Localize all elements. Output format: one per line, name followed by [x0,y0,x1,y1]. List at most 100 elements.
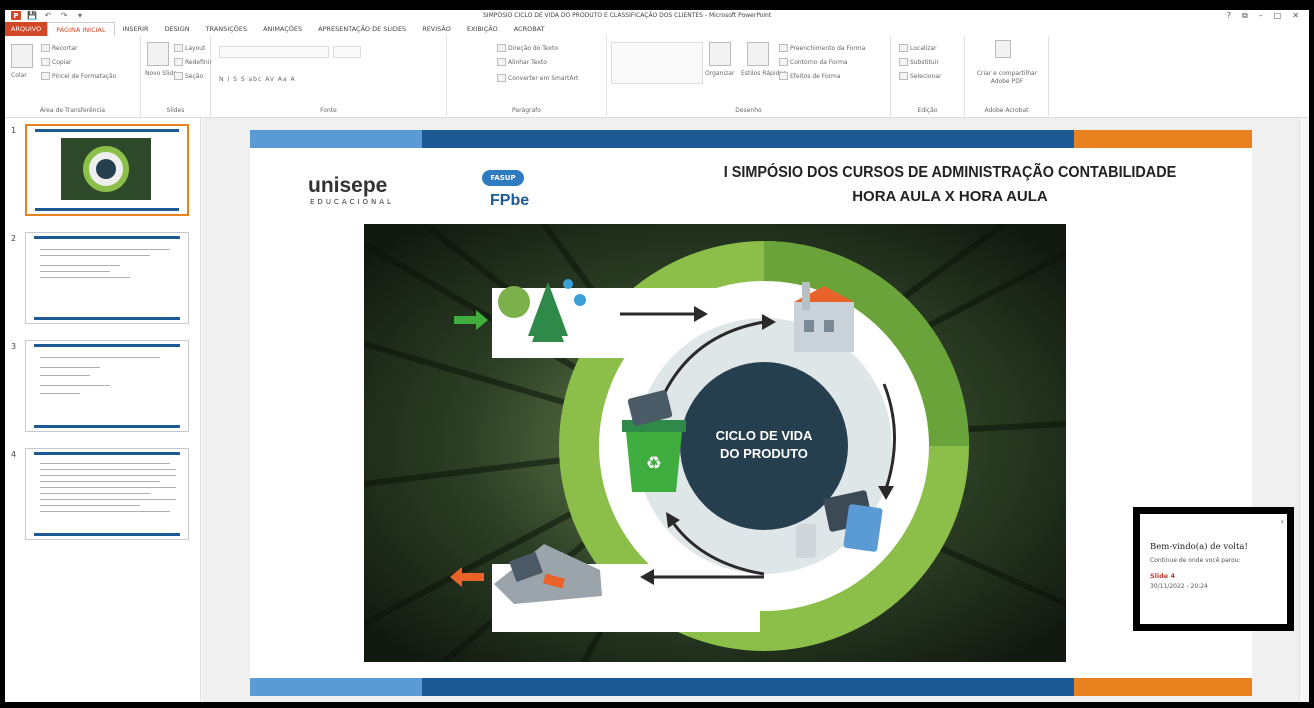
replace-label: Substituir [910,58,939,66]
redo-icon[interactable]: ↷ [59,11,69,20]
tab-acrobat[interactable]: ACROBAT [506,22,553,36]
thumb-bar [34,452,180,455]
tab-design[interactable]: DESIGN [157,22,198,36]
thumb-text-line [40,505,140,506]
smartart-label: Converter em SmartArt [508,74,579,82]
current-slide[interactable]: unisepe EDUCACIONAL FASUP FPbe I SIMPÓSI… [250,130,1252,696]
thumb-text-line [40,255,150,256]
create-pdf-button[interactable]: Criar e compartilhar Adobe PDF [971,70,1043,86]
thumbnail-number-4: 4 [11,450,17,459]
reset-button[interactable]: Redefinir [174,58,212,66]
thumbnail-number-1: 1 [11,126,17,135]
bottom-bar-light-blue [250,678,422,696]
vertical-scrollbar[interactable] [1299,118,1309,702]
slide-thumbnail-4[interactable] [25,448,189,540]
replace-button[interactable]: Substituir [899,58,939,66]
shapes-gallery[interactable] [611,42,703,84]
slide-thumbnails-pane: 1 2 3 4 [5,118,201,702]
paste-button[interactable]: Colar [11,72,27,79]
reset-label: Redefinir [185,58,212,66]
clipboard-group: Colar Recortar Copiar Pincel de Formataç… [5,36,141,118]
smartart-button[interactable]: Converter em SmartArt [497,74,578,82]
brush-icon [41,72,50,80]
close-button[interactable]: ✕ [1292,11,1299,21]
ribbon-display-button[interactable]: ⧉ [1242,11,1248,21]
tab-review[interactable]: REVISÃO [414,22,459,36]
arrange-icon [709,42,731,66]
section-label: Seção [185,72,204,80]
maximize-button[interactable]: □ [1274,11,1282,21]
text-direction-button[interactable]: Direção do Texto [497,44,558,52]
thumb-text-line [40,481,160,482]
clipboard-group-label: Área de Transferência [39,107,106,114]
font-group-label: Fonte [320,107,337,114]
tab-file[interactable]: ARQUIVO [5,22,48,36]
window-title: SIMPÓSIO CICLO DE VIDA DO PRODUTO E CLAS… [483,12,772,19]
tab-view[interactable]: EXIBIÇÃO [459,22,506,36]
tab-slideshow[interactable]: APRESENTAÇÃO DE SLIDES [310,22,414,36]
font-name-dropdown[interactable] [219,46,329,58]
format-painter-label: Pincel de Formatação [52,72,117,80]
customize-toolbar-icon[interactable]: ▾ [75,11,85,20]
resume-date: 30/11/2022 - 20:24 [1150,583,1208,590]
align-text-button[interactable]: Alinhar Texto [497,58,547,66]
shape-fill-button[interactable]: Preenchimento da Forma [779,44,865,52]
shape-effects-label: Efeitos de Forma [790,72,841,80]
paragraph-group: Direção do Texto Alinhar Texto Converter… [447,36,607,118]
resume-slide-link[interactable]: Slide 4 [1150,572,1287,580]
layout-button[interactable]: Layout [174,44,205,52]
pdf-icon [995,40,1011,58]
tab-insert[interactable]: INSERIR [115,22,157,36]
font-format-buttons[interactable]: N I S S abc AV Aa A [219,76,296,83]
cut-label: Recortar [52,44,78,52]
welcome-back-card[interactable]: › Bem-vindo(a) de volta! Continue de ond… [1140,514,1287,624]
slide-thumbnail-1[interactable] [25,124,189,216]
thumb-bar [34,344,180,347]
find-button[interactable]: Localizar [899,44,937,52]
scissors-icon [41,44,50,52]
thumb-text-line [40,375,90,376]
find-label: Localizar [910,44,937,52]
welcome-back-popup[interactable]: › Bem-vindo(a) de volta! Continue de ond… [1133,507,1294,631]
undo-icon[interactable]: ↶ [43,11,53,20]
thumb-bar [35,129,179,132]
ribbon: Colar Recortar Copiar Pincel de Formataç… [5,36,1309,118]
tab-home[interactable]: PÁGINA INICIAL [47,22,115,36]
thumb-text-line [40,357,160,358]
reset-icon [174,58,183,66]
thumb-text-line [40,487,176,488]
powerpoint-logo-icon[interactable]: P [11,11,21,20]
cycle-text-line2: DO PRODUTO [720,446,808,461]
section-button[interactable]: Seção [174,72,203,80]
thumb-text-line [40,511,170,512]
product-lifecycle-image: ♻ CICLO DE VIDA DO PRODUTO [364,224,1066,662]
cut-button[interactable]: Recortar [41,44,78,52]
section-icon [174,72,183,80]
close-icon[interactable]: › [1281,517,1284,526]
copy-button[interactable]: Copiar [41,58,71,66]
select-button[interactable]: Selecionar [899,72,941,80]
fill-bucket-icon [779,44,788,52]
slide-thumbnail-2[interactable] [25,232,189,324]
tab-animations[interactable]: ANIMAÇÕES [255,22,310,36]
save-icon[interactable]: 💾 [27,11,37,20]
text-direction-label: Direção do Texto [508,44,559,52]
tab-transitions[interactable]: TRANSIÇÕES [198,22,255,36]
layout-icon [174,44,183,52]
new-slide-button[interactable]: Novo Slide [145,70,177,77]
minimize-button[interactable]: – [1259,11,1263,21]
title-bar: P 💾 ↶ ↷ ▾ SIMPÓSIO CICLO DE VIDA DO PROD… [5,10,1309,22]
new-slide-icon [147,42,169,66]
slides-group: Novo Slide Layout Redefinir Seção Slides [141,36,212,118]
format-painter-button[interactable]: Pincel de Formatação [41,72,116,80]
thumb-bar [35,208,179,211]
slide-thumbnail-3[interactable] [25,340,189,432]
select-label: Selecionar [910,72,942,80]
thumb-bar [34,425,180,428]
font-size-dropdown[interactable] [333,46,361,58]
shape-outline-button[interactable]: Contorno da Forma [779,58,848,66]
help-button[interactable]: ? [1227,11,1231,21]
arrange-button[interactable]: Organizar [705,70,734,77]
bottom-bar-orange [1074,678,1252,696]
shape-effects-button[interactable]: Efeitos de Forma [779,72,841,80]
